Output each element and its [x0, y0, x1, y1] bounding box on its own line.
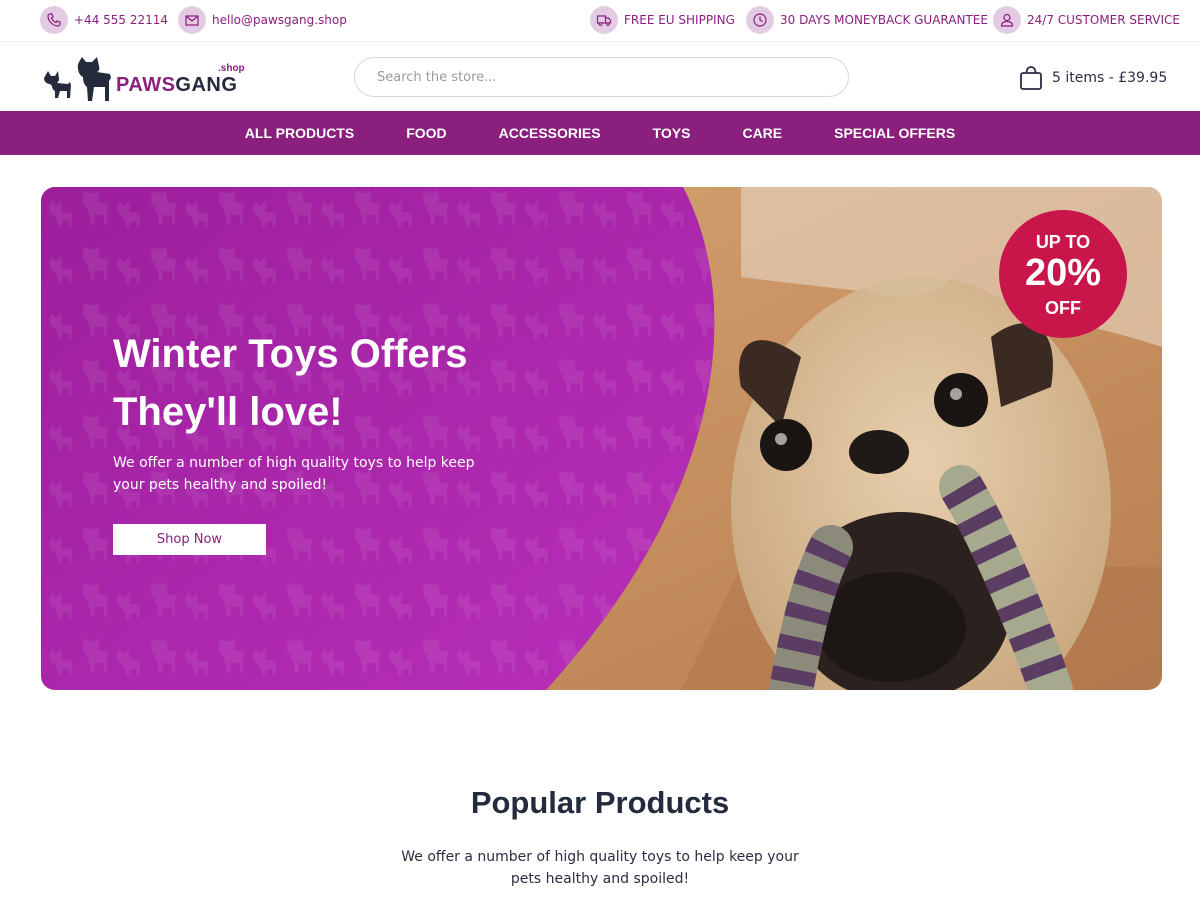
shopping-bag-icon [1020, 66, 1042, 90]
service-info: 24/7 CUSTOMER SERVICE [993, 6, 1180, 34]
hero-title-line1: Winter Toys Offers [113, 332, 468, 376]
badge-top-text: UP TO [1035, 232, 1091, 252]
logo-brand-second: GANG [175, 74, 238, 96]
badge-bottom-text: OFF [1045, 298, 1081, 318]
shop-now-button[interactable]: Shop Now [113, 524, 266, 555]
hero-title: Winter Toys Offers They'll love! [113, 325, 468, 441]
hero-description: We offer a number of high quality toys t… [113, 455, 475, 493]
dogs-logo-icon [44, 57, 111, 101]
phone-icon [40, 6, 68, 34]
logo-wordmark: PAWSGANG [116, 74, 237, 97]
badge-value: 20% [1024, 252, 1102, 294]
popular-products-description: We offer a number of high quality toys t… [401, 849, 799, 887]
top-utility-bar: +44 555 22114 hello@pawsgang.shop FREE E… [0, 0, 1200, 42]
shipping-info: FREE EU SHIPPING [590, 6, 735, 34]
shipping-text: FREE EU SHIPPING [624, 13, 735, 27]
hero-banner: Winter Toys Offers They'll love! We offe… [41, 187, 1162, 690]
popular-products-title: Popular Products [470, 785, 730, 820]
nav-item-food[interactable]: FOOD [380, 125, 472, 141]
main-navigation: ALL PRODUCTS FOOD ACCESSORIES TOYS CARE … [0, 111, 1200, 155]
hero-title-line2: They'll love! [113, 390, 343, 434]
email-address: hello@pawsgang.shop [212, 13, 347, 27]
phone-number: +44 555 22114 [74, 13, 169, 27]
clock-icon [746, 6, 774, 34]
guarantee-info: 30 DAYS MONEYBACK GUARANTEE [746, 6, 988, 34]
logo-brand-first: PAWS [116, 74, 176, 96]
nav-item-accessories[interactable]: ACCESSORIES [473, 125, 627, 141]
logo-tld: .shop [218, 63, 245, 74]
discount-badge: UP TO 20% OFF [999, 210, 1127, 338]
site-logo[interactable]: .shop PAWSGANG [40, 52, 250, 104]
cart-summary: 5 items - £39.95 [1052, 70, 1168, 86]
truck-icon [590, 6, 618, 34]
guarantee-text: 30 DAYS MONEYBACK GUARANTEE [780, 13, 988, 27]
service-text: 24/7 CUSTOMER SERVICE [1027, 13, 1180, 27]
cart-button[interactable]: 5 items - £39.95 [1018, 64, 1167, 92]
nav-item-care[interactable]: CARE [716, 125, 808, 141]
phone-contact[interactable]: +44 555 22114 [40, 6, 168, 34]
search-input[interactable] [354, 57, 849, 97]
user-icon [993, 6, 1021, 34]
nav-item-all-products[interactable]: ALL PRODUCTS [219, 125, 380, 141]
nav-item-special-offers[interactable]: SPECIAL OFFERS [808, 125, 981, 141]
envelope-icon [178, 6, 206, 34]
email-contact[interactable]: hello@pawsgang.shop [178, 6, 347, 34]
site-header: .shop PAWSGANG 5 items - £39.95 [0, 42, 1200, 111]
nav-item-toys[interactable]: TOYS [627, 125, 717, 141]
